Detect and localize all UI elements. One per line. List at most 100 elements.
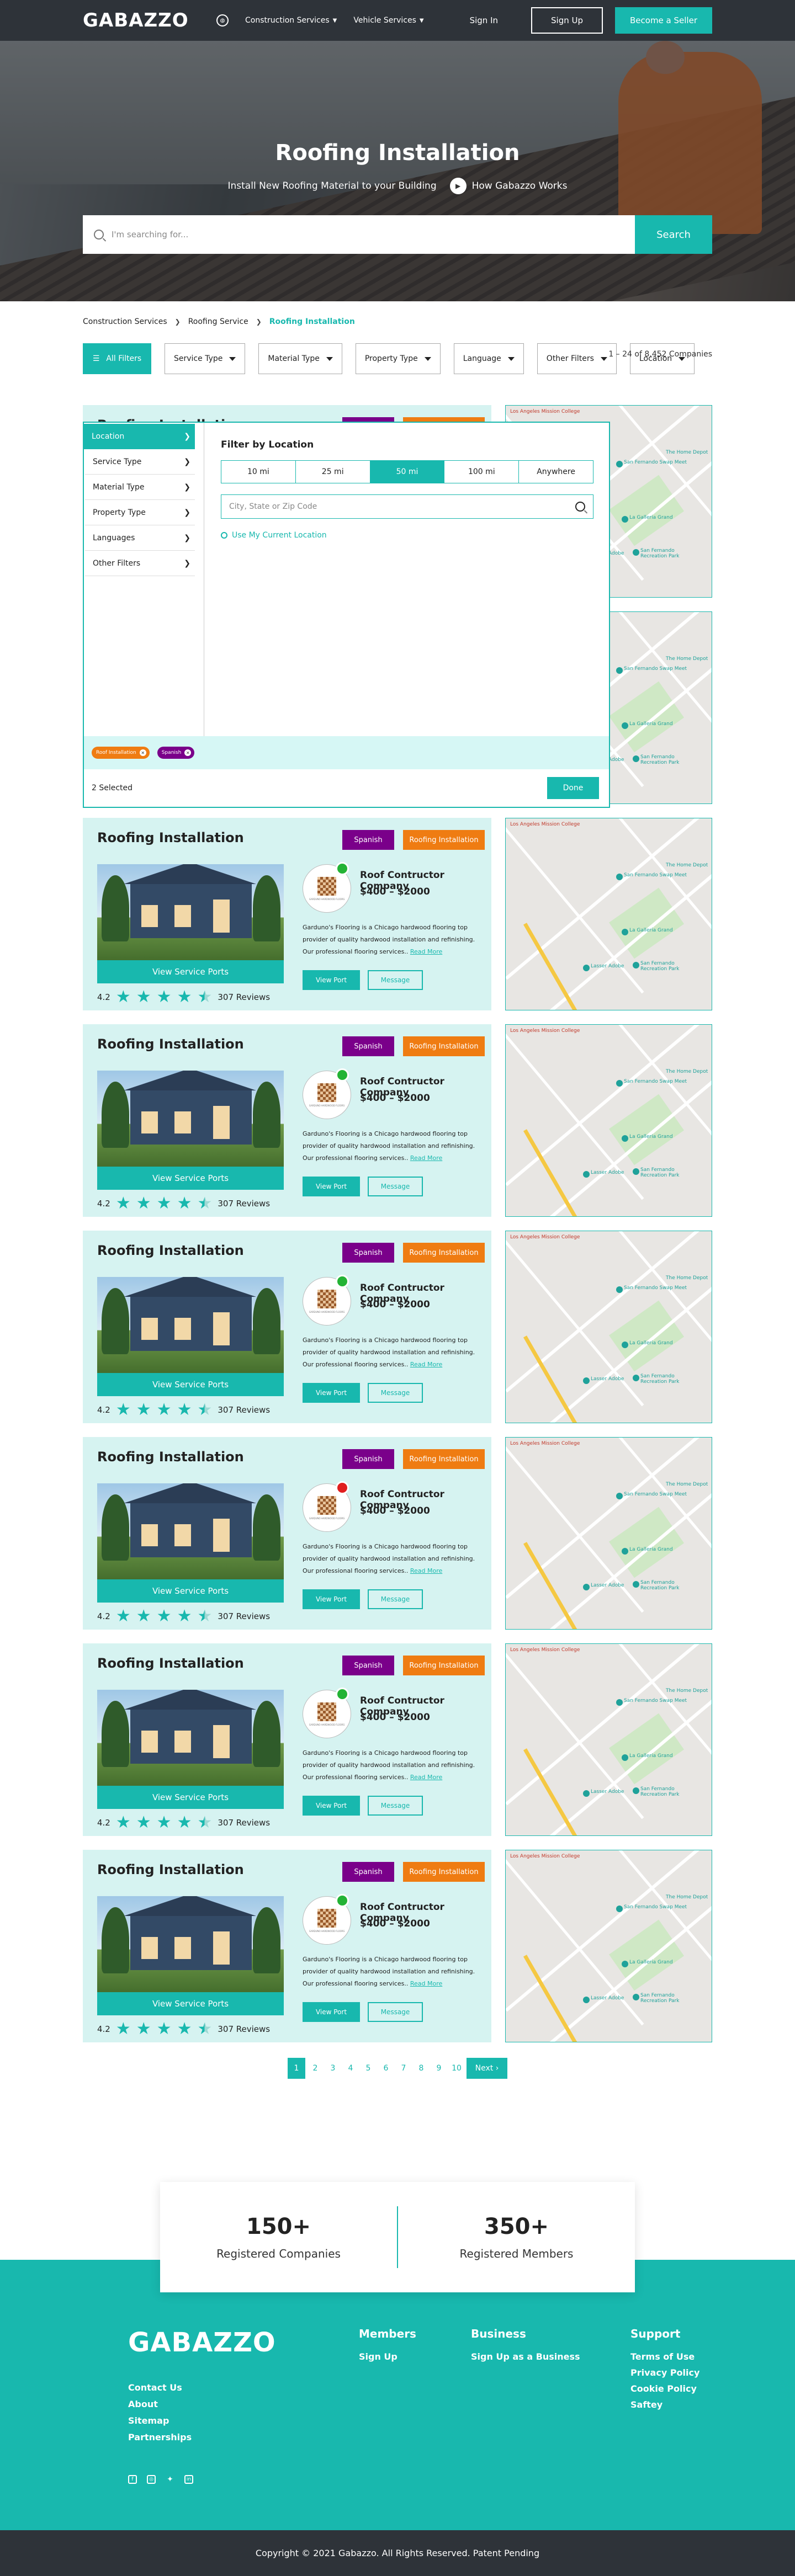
map-pin-icon[interactable] bbox=[622, 1342, 628, 1348]
message-button[interactable]: Message bbox=[368, 1177, 423, 1196]
page-link[interactable]: 5 bbox=[361, 2058, 376, 2079]
instagram-icon[interactable]: ◎ bbox=[147, 2475, 156, 2484]
view-service-ports-button[interactable]: View Service Ports bbox=[97, 1992, 284, 2015]
search-button[interactable]: Search bbox=[635, 215, 712, 254]
map-pin-icon[interactable] bbox=[616, 1699, 623, 1706]
footer-link[interactable]: Cookie Policy bbox=[630, 2383, 699, 2394]
map-pin-icon[interactable] bbox=[622, 929, 628, 935]
message-button[interactable]: Message bbox=[368, 1383, 423, 1403]
map-pin-icon[interactable] bbox=[633, 1581, 639, 1588]
map-pin-icon[interactable] bbox=[583, 1377, 590, 1384]
radius-option[interactable]: 100 mi bbox=[444, 461, 520, 483]
map-pin-icon[interactable] bbox=[633, 549, 639, 556]
view-port-button[interactable]: View Port bbox=[303, 1383, 360, 1403]
read-more-link[interactable]: Read More bbox=[410, 1361, 442, 1368]
sign-in-link[interactable]: Sign In bbox=[470, 15, 498, 25]
view-service-ports-button[interactable]: View Service Ports bbox=[97, 1167, 284, 1190]
map-pin-icon[interactable] bbox=[583, 1790, 590, 1797]
filter-property-type[interactable]: Property Type bbox=[355, 343, 441, 374]
review-count[interactable]: 307 Reviews bbox=[218, 1405, 270, 1415]
globe-icon[interactable]: ◍ bbox=[216, 14, 229, 26]
read-more-link[interactable]: Read More bbox=[410, 1980, 442, 1987]
side-item-other-filters[interactable]: Other Filters ❯ bbox=[85, 551, 195, 576]
gabazzo-logo[interactable]: GABAZZO bbox=[83, 9, 200, 31]
view-service-ports-button[interactable]: View Service Ports bbox=[97, 1579, 284, 1603]
radius-option[interactable]: 25 mi bbox=[296, 461, 370, 483]
footer-link[interactable]: Saftey bbox=[630, 2399, 699, 2410]
page-link[interactable]: 7 bbox=[396, 2058, 411, 2079]
page-link[interactable]: 8 bbox=[414, 2058, 429, 2079]
close-icon[interactable]: ✕ bbox=[184, 749, 192, 756]
map-pin-icon[interactable] bbox=[616, 874, 623, 880]
read-more-link[interactable]: Read More bbox=[410, 1774, 442, 1781]
side-item-property-type[interactable]: Property Type ❯ bbox=[85, 500, 195, 525]
filter-service-type[interactable]: Service Type bbox=[165, 343, 246, 374]
map-pin-icon[interactable] bbox=[633, 1168, 639, 1175]
review-count[interactable]: 307 Reviews bbox=[218, 992, 270, 1002]
listing-map[interactable]: San Fernando Swap Meet La Galleria Grand… bbox=[505, 1231, 712, 1423]
message-button[interactable]: Message bbox=[368, 2002, 423, 2022]
map-pin-icon[interactable] bbox=[633, 962, 639, 968]
listing-card[interactable]: Roofing Installation Spanish Roofing Ins… bbox=[83, 1850, 491, 2042]
filter-location[interactable]: Location bbox=[629, 343, 695, 374]
selected-tag[interactable]: Spanish ✕ bbox=[157, 747, 195, 759]
review-count[interactable]: 307 Reviews bbox=[218, 1199, 270, 1209]
listing-photo[interactable] bbox=[97, 1277, 284, 1373]
search-input[interactable]: I'm searching for... bbox=[83, 215, 635, 254]
listing-photo[interactable] bbox=[97, 1690, 284, 1786]
side-item-location[interactable]: Location ❯ bbox=[84, 424, 195, 449]
side-item-service-type[interactable]: Service Type ❯ bbox=[85, 449, 195, 475]
map-pin-icon[interactable] bbox=[633, 755, 639, 762]
breadcrumb-item[interactable]: Construction Services bbox=[83, 317, 167, 326]
map-pin-icon[interactable] bbox=[616, 1286, 623, 1293]
close-icon[interactable]: ✕ bbox=[139, 749, 146, 756]
footer-logo[interactable]: GABAZZO bbox=[128, 2327, 276, 2358]
map-pin-icon[interactable] bbox=[622, 1135, 628, 1142]
map-pin-icon[interactable] bbox=[633, 1375, 639, 1381]
listing-card[interactable]: Roofing Installation Spanish Roofing Ins… bbox=[83, 818, 491, 1010]
nav-vehicle-services[interactable]: Vehicle Services ▼ bbox=[353, 16, 423, 25]
sign-up-button[interactable]: Sign Up bbox=[531, 7, 603, 34]
radius-option[interactable]: Anywhere bbox=[519, 461, 593, 483]
view-service-ports-button[interactable]: View Service Ports bbox=[97, 960, 284, 983]
review-count[interactable]: 307 Reviews bbox=[218, 2024, 270, 2034]
filter-other[interactable]: Other Filters bbox=[537, 343, 617, 374]
footer-link[interactable]: Sitemap bbox=[128, 2415, 192, 2426]
listing-map[interactable]: San Fernando Swap Meet La Galleria Grand… bbox=[505, 818, 712, 1010]
view-port-button[interactable]: View Port bbox=[303, 970, 360, 990]
done-button[interactable]: Done bbox=[547, 777, 599, 799]
listing-card[interactable]: Roofing Installation Spanish Roofing Ins… bbox=[83, 1231, 491, 1423]
footer-link[interactable]: About bbox=[128, 2399, 192, 2409]
listing-map[interactable]: San Fernando Swap Meet La Galleria Grand… bbox=[505, 1024, 712, 1217]
map-pin-icon[interactable] bbox=[583, 1171, 590, 1178]
view-service-ports-button[interactable]: View Service Ports bbox=[97, 1786, 284, 1809]
map-pin-icon[interactable] bbox=[583, 1997, 590, 2003]
message-button[interactable]: Message bbox=[368, 1796, 423, 1816]
map-pin-icon[interactable] bbox=[622, 1754, 628, 1761]
page-link[interactable]: 4 bbox=[343, 2058, 358, 2079]
map-pin-icon[interactable] bbox=[616, 1080, 623, 1087]
radius-option-selected[interactable]: 50 mi bbox=[370, 461, 445, 483]
listing-card[interactable]: Roofing Installation Spanish Roofing Ins… bbox=[83, 1437, 491, 1630]
map-pin-icon[interactable] bbox=[616, 1493, 623, 1499]
selected-tag[interactable]: Roof Installation ✕ bbox=[92, 747, 150, 759]
read-more-link[interactable]: Read More bbox=[410, 1567, 442, 1574]
map-pin-icon[interactable] bbox=[622, 1961, 628, 1967]
page-link[interactable]: 10 bbox=[449, 2058, 464, 2079]
read-more-link[interactable]: Read More bbox=[410, 948, 442, 955]
view-port-button[interactable]: View Port bbox=[303, 1177, 360, 1196]
listing-map[interactable]: San Fernando Swap Meet La Galleria Grand… bbox=[505, 1437, 712, 1630]
map-pin-icon[interactable] bbox=[622, 722, 628, 729]
page-link[interactable]: 9 bbox=[431, 2058, 447, 2079]
footer-link[interactable]: Privacy Policy bbox=[630, 2367, 699, 2378]
how-it-works-link[interactable]: ▶ How Gabazzo Works bbox=[449, 178, 567, 194]
map-pin-icon[interactable] bbox=[622, 1548, 628, 1555]
facebook-icon[interactable]: f bbox=[128, 2475, 137, 2484]
map-pin-icon[interactable] bbox=[633, 1994, 639, 2000]
side-item-material-type[interactable]: Material Type ❯ bbox=[85, 475, 195, 500]
become-seller-button[interactable]: Become a Seller bbox=[615, 7, 712, 34]
listing-photo[interactable] bbox=[97, 1896, 284, 1992]
nav-construction-services[interactable]: Construction Services ▼ bbox=[245, 16, 337, 25]
filter-material-type[interactable]: Material Type bbox=[258, 343, 342, 374]
map-pin-icon[interactable] bbox=[616, 461, 623, 467]
